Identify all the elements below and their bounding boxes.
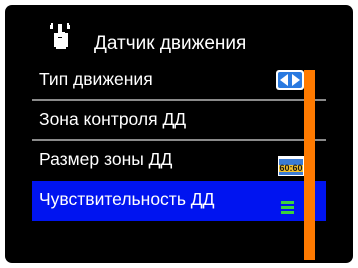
sensitivity-bars-icon — [281, 201, 294, 214]
page-title: Датчик движения — [94, 33, 247, 54]
menu-item-control-zone[interactable]: Зона контроля ДД — [32, 101, 326, 141]
direction-arrows-icon — [276, 70, 304, 90]
scrollbar[interactable] — [304, 70, 315, 260]
zone-size-icon: 60:60 — [278, 156, 304, 176]
menu-item-label: Зона контроля ДД — [39, 109, 187, 129]
menu-item-motion-type[interactable]: Тип движения — [32, 61, 326, 101]
menu-item-label: Размер зоны ДД — [39, 149, 173, 169]
osd-screen: Датчик движения Тип движения Зона контро… — [5, 5, 353, 263]
menu-item-zone-size[interactable]: Размер зоны ДД 60:60 — [32, 141, 326, 181]
menu-item-label: Чувствительность ДД — [39, 189, 215, 209]
menu-item-label: Тип движения — [39, 69, 153, 89]
menu-item-sensitivity[interactable]: Чувствительность ДД — [32, 181, 326, 221]
hand-pointer-icon — [50, 23, 70, 49]
menu-item-empty — [32, 221, 326, 261]
title-bar: Датчик движения — [5, 5, 353, 55]
zone-size-icon-text: 60:60 — [279, 163, 302, 173]
settings-menu: Тип движения Зона контроля ДД Размер зон… — [32, 61, 326, 261]
